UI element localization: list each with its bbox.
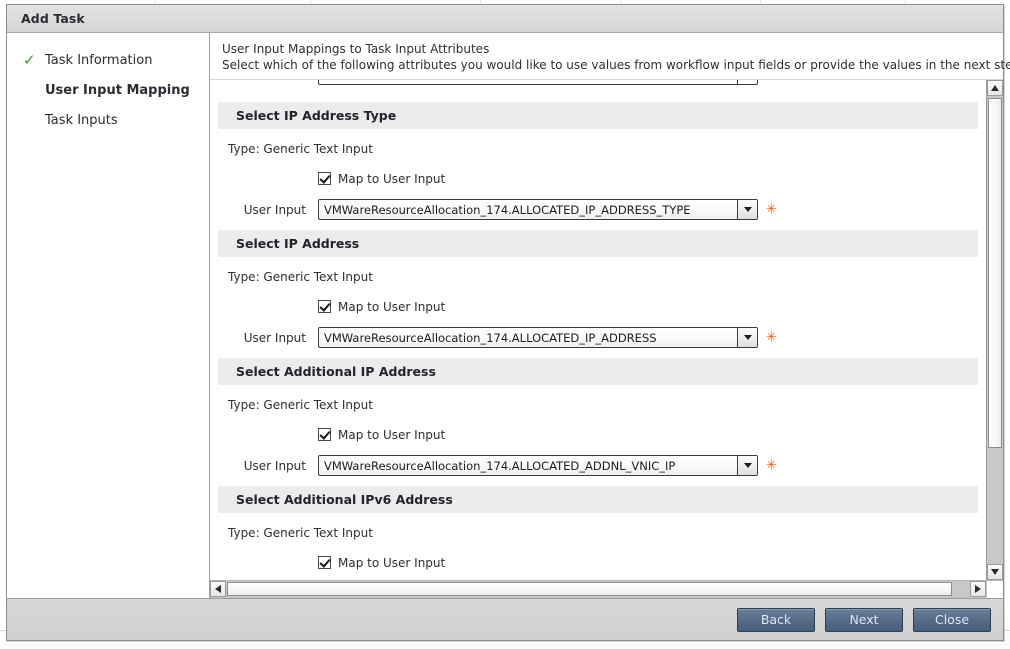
attribute-type-row: Type: Generic Text Input — [210, 392, 986, 417]
content-pane: User Input Mappings to Task Input Attrib… — [210, 33, 1010, 598]
map-to-user-input-row: Map to User Input — [210, 166, 986, 191]
section-header: Select IP Address — [218, 230, 978, 257]
sidebar-item-label: Task Information — [45, 52, 153, 68]
scroll-down-button[interactable] — [987, 564, 1003, 580]
user-input-row: User Input VMWareResourceAllocation_174.… — [210, 325, 986, 350]
map-to-user-input-row: Map to User Input — [210, 550, 986, 575]
content-heading: User Input Mappings to Task Input Attrib… — [222, 42, 490, 56]
section-title: Select IP Address Type — [236, 108, 397, 123]
section-header: Select Additional IP Address — [218, 358, 978, 385]
map-to-user-input-checkbox[interactable] — [318, 428, 331, 441]
dialog-title: Add Task — [21, 11, 85, 26]
map-to-user-input-checkbox[interactable] — [318, 300, 331, 313]
vertical-scrollbar-thumb[interactable] — [988, 98, 1002, 448]
user-input-label: User Input — [243, 458, 306, 473]
user-input-value: VMWareResourceAllocation_174.ALLOCATED_I… — [324, 330, 657, 345]
scrollbar-corner — [986, 581, 1003, 598]
attribute-type-row: Type: Generic Text Input — [210, 520, 986, 545]
user-input-value: VMWareResourceAllocation_174.ALLOCATED_A… — [324, 458, 676, 473]
section-body: Type: Generic Text Input Map to User Inp… — [210, 136, 986, 230]
section-header: Select Additional IPv6 Address — [218, 486, 978, 513]
map-to-user-input-label: Map to User Input — [338, 171, 446, 186]
attribute-type: Type: Generic Text Input — [228, 269, 373, 284]
map-to-user-input-row: Map to User Input — [210, 294, 986, 319]
content-subheading: Select which of the following attributes… — [222, 58, 1010, 72]
horizontal-scrollbar-thumb[interactable] — [227, 582, 952, 596]
required-asterisk-icon: ✳ — [766, 330, 777, 345]
scroll-right-button[interactable] — [970, 581, 986, 597]
back-button[interactable]: Back — [737, 607, 815, 632]
required-asterisk-icon: ✳ — [766, 202, 777, 217]
dialog-titlebar: Add Task — [7, 5, 1003, 33]
section-body: Type: Generic Text Input Map to User Inp… — [210, 520, 986, 580]
attribute-type: Type: Generic Text Input — [228, 397, 373, 412]
horizontal-scrollbar-area — [210, 580, 1003, 598]
sidebar-item-user-input-mapping[interactable]: ✓ User Input Mapping — [7, 75, 209, 105]
chevron-down-icon[interactable] — [737, 200, 757, 219]
attribute-sections: Select IP Address Type Type: Generic Tex… — [210, 102, 986, 580]
section-title: Select Additional IP Address — [236, 364, 436, 379]
previous-user-input-dropdown-clipped[interactable] — [318, 80, 758, 85]
chevron-down-icon[interactable] — [737, 456, 757, 475]
attribute-section: Select IP Address Type Type: Generic Tex… — [210, 102, 986, 230]
dialog-footer: Back Next Close — [7, 598, 1003, 640]
map-to-user-input-checkbox[interactable] — [318, 556, 331, 569]
map-to-user-input-label: Map to User Input — [338, 555, 446, 570]
section-body: Type: Generic Text Input Map to User Inp… — [210, 264, 986, 358]
attributes-scroll-viewport: Select IP Address Type Type: Generic Tex… — [210, 80, 986, 580]
sidebar-item-label: User Input Mapping — [45, 82, 190, 98]
add-task-dialog: Add Task ✓ Task Information ✓ User Input… — [6, 4, 1010, 641]
horizontal-scrollbar[interactable] — [210, 581, 986, 598]
dialog-body: ✓ Task Information ✓ User Input Mapping … — [7, 33, 1010, 598]
sidebar-item-label: Task Inputs — [45, 112, 118, 128]
attribute-section: Select Additional IP Address Type: Gener… — [210, 358, 986, 486]
content-header: User Input Mappings to Task Input Attrib… — [210, 33, 1010, 80]
attribute-section: Select Additional IPv6 Address Type: Gen… — [210, 486, 986, 580]
user-input-row: User Input VMWareResourceAllocation_174.… — [210, 197, 986, 222]
attribute-type: Type: Generic Text Input — [228, 525, 373, 540]
section-header: Select IP Address Type — [218, 102, 978, 129]
user-input-dropdown[interactable]: VMWareResourceAllocation_174.ALLOCATED_I… — [318, 327, 758, 348]
user-input-dropdown[interactable]: VMWareResourceAllocation_174.ALLOCATED_A… — [318, 455, 758, 476]
close-button[interactable]: Close — [913, 607, 991, 632]
next-button[interactable]: Next — [825, 607, 903, 632]
user-input-label: User Input — [243, 330, 306, 345]
attribute-type-row: Type: Generic Text Input — [210, 264, 986, 289]
user-input-row: User Input VMWareResourceAllocation_174.… — [210, 453, 986, 478]
user-input-value: VMWareResourceAllocation_174.ALLOCATED_I… — [324, 202, 691, 217]
map-to-user-input-label: Map to User Input — [338, 427, 446, 442]
section-title: Select Additional IPv6 Address — [236, 492, 453, 507]
sidebar-item-task-inputs[interactable]: ✓ Task Inputs — [7, 105, 209, 135]
wizard-step-list: ✓ Task Information ✓ User Input Mapping … — [7, 33, 210, 598]
scroll-up-button[interactable] — [987, 80, 1003, 96]
vertical-scrollbar[interactable] — [986, 80, 1003, 580]
chevron-down-icon — [737, 80, 757, 84]
attribute-type-row: Type: Generic Text Input — [210, 136, 986, 161]
attribute-type: Type: Generic Text Input — [228, 141, 373, 156]
scroll-left-button[interactable] — [210, 581, 226, 597]
map-to-user-input-label: Map to User Input — [338, 299, 446, 314]
check-icon: ✓ — [23, 50, 36, 69]
map-to-user-input-row: Map to User Input — [210, 422, 986, 447]
required-asterisk-icon: ✳ — [766, 458, 777, 473]
user-input-label: User Input — [243, 202, 306, 217]
attribute-section: Select IP Address Type: Generic Text Inp… — [210, 230, 986, 358]
map-to-user-input-checkbox[interactable] — [318, 172, 331, 185]
sidebar-item-task-information[interactable]: ✓ Task Information — [7, 45, 209, 75]
scroll-region: Select IP Address Type Type: Generic Tex… — [210, 80, 1003, 580]
section-title: Select IP Address — [236, 236, 360, 251]
user-input-dropdown[interactable]: VMWareResourceAllocation_174.ALLOCATED_I… — [318, 199, 758, 220]
chevron-down-icon[interactable] — [737, 328, 757, 347]
section-body: Type: Generic Text Input Map to User Inp… — [210, 392, 986, 486]
